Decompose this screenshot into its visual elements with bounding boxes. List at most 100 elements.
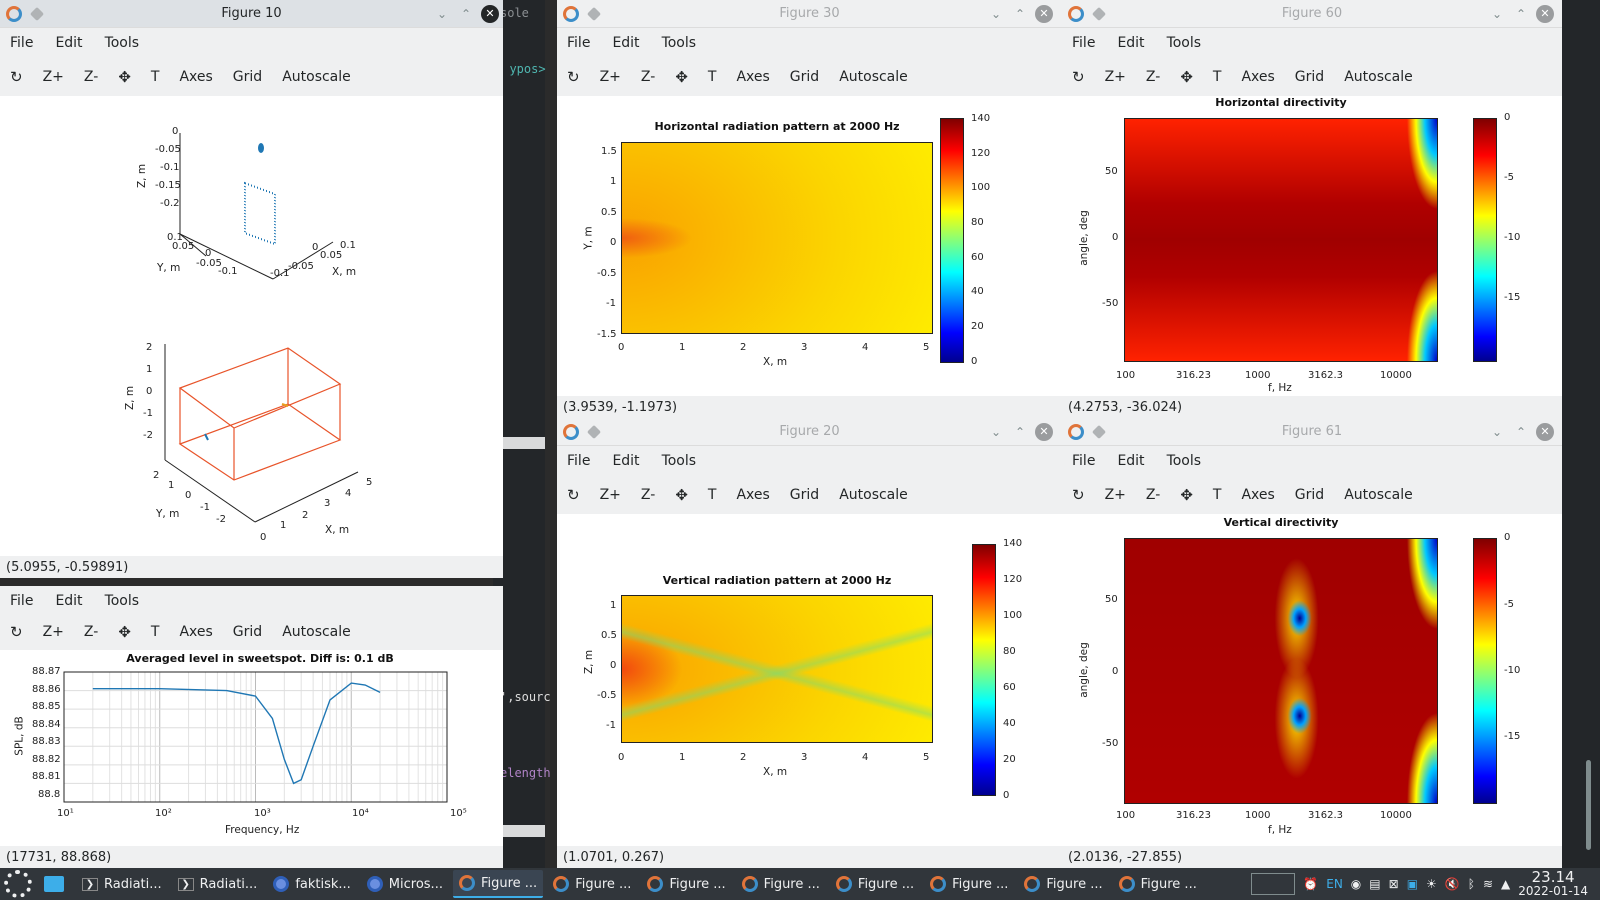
figure-60-window[interactable]: Figure 60 ⌄ ⌃ ✕ File Edit Tools ↻ Z+ Z- … — [1062, 0, 1562, 418]
grid-button[interactable]: Grid — [1295, 69, 1324, 85]
close-button[interactable]: ✕ — [1035, 5, 1053, 23]
pan-icon[interactable]: ✥ — [675, 486, 688, 504]
plot-area-horizontal-pattern[interactable]: Horizontal radiation pattern at 2000 Hz … — [557, 96, 1062, 396]
autoscale-button[interactable]: Autoscale — [1344, 487, 1413, 503]
close-button[interactable]: ✕ — [1536, 423, 1554, 441]
figure-room-window[interactable]: 2 1 0 -1 -2 Z, m 2 1 0 -1 -2 Y, m 0 1 2 … — [0, 312, 503, 578]
grid-button[interactable]: Grid — [790, 487, 819, 503]
menu-file[interactable]: File — [10, 593, 33, 609]
menu-file[interactable]: File — [10, 35, 33, 51]
figure-61-window[interactable]: Figure 61 ⌄ ⌃ ✕ File Edit Tools ↻ Z+ Z- … — [1062, 418, 1562, 868]
zoom-in-button[interactable]: Z+ — [1105, 487, 1126, 503]
window-titlebar[interactable]: Figure 10 ⌄ ⌃ ✕ — [0, 0, 503, 28]
application-launcher-icon[interactable] — [4, 870, 32, 898]
screenshot-icon[interactable]: ⊠ — [1389, 877, 1399, 891]
taskbar-item[interactable]: Micros... — [361, 870, 449, 898]
lightbulb-icon[interactable]: ☀ — [1426, 877, 1437, 891]
bluetooth-icon[interactable]: ᛒ — [1468, 877, 1475, 891]
window-titlebar[interactable]: Figure 61 ⌄ ⌃ ✕ — [1062, 418, 1562, 446]
axes-button[interactable]: Axes — [179, 624, 212, 640]
menu-tools[interactable]: Tools — [105, 35, 140, 51]
zoom-out-button[interactable]: Z- — [84, 624, 98, 640]
menu-edit[interactable]: Edit — [1117, 35, 1144, 51]
scrollbar-thumb[interactable] — [1586, 760, 1591, 850]
menu-file[interactable]: File — [1072, 453, 1095, 469]
close-button[interactable]: ✕ — [1035, 423, 1053, 441]
pan-icon[interactable]: ✥ — [675, 68, 688, 86]
plot-area-vertical-pattern[interactable]: Vertical radiation pattern at 2000 Hz 14… — [557, 514, 1062, 846]
menu-edit[interactable]: Edit — [612, 35, 639, 51]
taskbar-item[interactable]: ❯ Radiati... — [172, 870, 264, 898]
zoom-in-button[interactable]: Z+ — [600, 487, 621, 503]
text-tool-button[interactable]: T — [151, 624, 160, 640]
rotate-icon[interactable]: ↻ — [10, 68, 23, 86]
maximize-button[interactable]: ⌃ — [457, 5, 475, 23]
menu-tools[interactable]: Tools — [1167, 453, 1202, 469]
taskbar-item[interactable]: Figure ... — [924, 870, 1014, 898]
minimize-button[interactable]: ⌄ — [987, 5, 1005, 23]
taskbar-item[interactable]: Figure ... — [736, 870, 826, 898]
rotate-icon[interactable]: ↻ — [10, 623, 23, 641]
rotate-icon[interactable]: ↻ — [567, 486, 580, 504]
axes-button[interactable]: Axes — [179, 69, 212, 85]
maximize-button[interactable]: ⌃ — [1011, 5, 1029, 23]
zoom-out-button[interactable]: Z- — [641, 69, 655, 85]
autoscale-button[interactable]: Autoscale — [282, 624, 351, 640]
menu-tools[interactable]: Tools — [1167, 35, 1202, 51]
grid-button[interactable]: Grid — [1295, 487, 1324, 503]
tray-expand-icon[interactable]: ▲ — [1501, 877, 1510, 891]
figure-30-window[interactable]: Figure 30 ⌄ ⌃ ✕ File Edit Tools ↻ Z+ Z- … — [557, 0, 1062, 418]
maximize-button[interactable]: ⌃ — [1011, 423, 1029, 441]
menu-tools[interactable]: Tools — [662, 35, 697, 51]
text-tool-button[interactable]: T — [151, 69, 160, 85]
taskbar-item[interactable]: Figure ... — [1018, 870, 1108, 898]
taskbar-item[interactable]: faktisk... — [267, 870, 356, 898]
clipboard-icon[interactable]: ▤ — [1369, 877, 1380, 891]
taskbar-item[interactable]: Figure ... — [641, 870, 731, 898]
pan-icon[interactable]: ✥ — [118, 623, 131, 641]
rotate-icon[interactable]: ↻ — [1072, 68, 1085, 86]
zoom-in-button[interactable]: Z+ — [1105, 69, 1126, 85]
taskbar-item[interactable]: Figure ... — [1113, 870, 1203, 898]
plot-area-vertical-directivity[interactable]: Vertical directivity 0 -5 -10 -15 50 0 -… — [1062, 514, 1562, 846]
plot-area-horizontal-directivity[interactable]: Horizontal directivity 0 -5 -10 -15 50 0… — [1062, 96, 1562, 396]
figure-10-window[interactable]: Figure 10 ⌄ ⌃ ✕ File Edit Tools ↻ Z+ Z- … — [0, 0, 503, 312]
menu-edit[interactable]: Edit — [612, 453, 639, 469]
autoscale-button[interactable]: Autoscale — [839, 487, 908, 503]
alarm-icon[interactable]: ⏰ — [1303, 877, 1318, 891]
clock[interactable]: 23.14 2022-01-14 — [1518, 870, 1588, 899]
plot-area-3d-room[interactable]: 2 1 0 -1 -2 Z, m 2 1 0 -1 -2 Y, m 0 1 2 … — [0, 312, 503, 556]
taskbar-item[interactable]: Figure ... — [452, 870, 544, 898]
pan-icon[interactable]: ✥ — [1180, 68, 1193, 86]
virtual-desktop-pager-icon[interactable] — [1251, 873, 1296, 895]
menu-edit[interactable]: Edit — [55, 593, 82, 609]
update-icon[interactable]: ◉ — [1351, 877, 1361, 891]
grid-button[interactable]: Grid — [790, 69, 819, 85]
close-button[interactable]: ✕ — [1536, 5, 1554, 23]
zoom-in-button[interactable]: Z+ — [43, 69, 64, 85]
minimize-button[interactable]: ⌄ — [1488, 423, 1506, 441]
zoom-in-button[interactable]: Z+ — [600, 69, 621, 85]
axes-button[interactable]: Axes — [736, 487, 769, 503]
text-tool-button[interactable]: T — [1213, 69, 1222, 85]
zoom-out-button[interactable]: Z- — [1146, 487, 1160, 503]
text-tool-button[interactable]: T — [708, 487, 717, 503]
figure-20-window[interactable]: Figure 20 ⌄ ⌃ ✕ File Edit Tools ↻ Z+ Z- … — [557, 418, 1062, 868]
taskbar-item[interactable]: ❯ Radiati... — [76, 870, 168, 898]
minimize-button[interactable]: ⌄ — [1488, 5, 1506, 23]
grid-button[interactable]: Grid — [233, 624, 262, 640]
file-manager-icon[interactable] — [44, 876, 64, 892]
figure-average-window[interactable]: File Edit Tools ↻ Z+ Z- ✥ T Axes Grid Au… — [0, 586, 503, 868]
text-tool-button[interactable]: T — [1213, 487, 1222, 503]
autoscale-button[interactable]: Autoscale — [1344, 69, 1413, 85]
volume-muted-icon[interactable]: 🔇 — [1445, 877, 1460, 891]
window-titlebar[interactable]: Figure 60 ⌄ ⌃ ✕ — [1062, 0, 1562, 28]
right-scrollbar[interactable] — [1562, 0, 1600, 868]
grid-button[interactable]: Grid — [233, 69, 262, 85]
keyboard-layout-indicator[interactable]: EN — [1326, 877, 1343, 891]
menu-file[interactable]: File — [567, 35, 590, 51]
taskbar-item[interactable]: Figure ... — [547, 870, 637, 898]
close-button[interactable]: ✕ — [481, 5, 499, 23]
wifi-icon[interactable]: ≋ — [1483, 877, 1493, 891]
axes-button[interactable]: Axes — [1241, 69, 1274, 85]
